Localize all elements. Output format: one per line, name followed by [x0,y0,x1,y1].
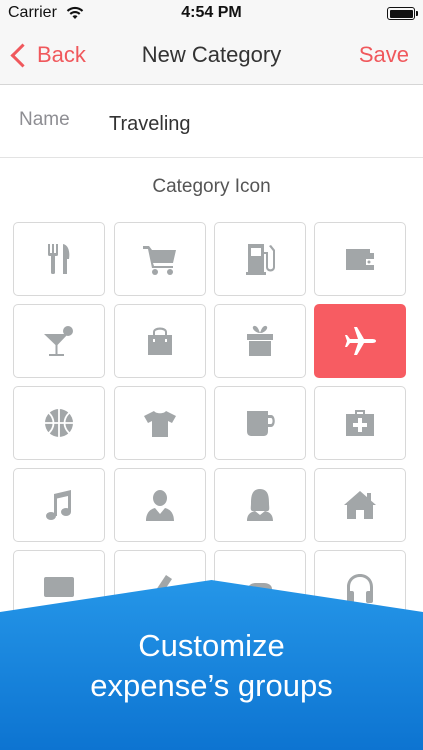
wallet-icon [346,249,374,270]
category-icon-heading: Category Icon [152,176,271,197]
promo-banner: Customize expense’s groups [0,570,423,750]
tile-basketball[interactable] [13,386,105,460]
tile-first-aid[interactable] [314,386,406,460]
tile-airplane[interactable] [314,304,406,378]
promo-heading-line-2: expense’s groups [90,668,333,703]
woman-icon [247,489,273,521]
tile-cart[interactable] [114,222,206,296]
shopping-bag-icon [148,327,172,355]
airplane-icon [345,327,376,355]
tile-woman[interactable] [214,468,306,542]
name-label: Name [19,109,70,130]
tile-fork-knife[interactable] [13,222,105,296]
tile-music-note[interactable] [13,468,105,542]
tile-man[interactable] [114,468,206,542]
music-note-icon [46,490,71,520]
tile-mug[interactable] [214,386,306,460]
tile-gas-pump[interactable] [214,222,306,296]
man-icon [146,490,174,521]
tile-shopping-bag[interactable] [114,304,206,378]
gift-icon [247,325,273,356]
tile-gift[interactable] [214,304,306,378]
home-icon [344,491,376,519]
status-bar: Carrier 4:54 PM [0,0,423,28]
tile-tshirt[interactable] [114,386,206,460]
name-input[interactable]: Traveling [109,113,191,136]
promo-heading-line-1: Customize [138,628,285,663]
save-button[interactable]: Save [359,42,409,68]
basketball-icon [45,409,73,437]
cocktail-icon [44,326,73,356]
tile-cocktail[interactable] [13,304,105,378]
tile-home[interactable] [314,468,406,542]
gas-pump-icon [246,244,275,275]
first-aid-icon [346,410,374,436]
cart-icon [143,246,176,275]
clock-label: 4:54 PM [181,4,242,21]
mug-icon [247,411,275,436]
tshirt-icon [144,411,176,437]
navigation-bar: Back New Category Save [0,28,423,85]
tile-wallet[interactable] [314,222,406,296]
name-field-row[interactable]: Name Traveling [0,85,423,158]
battery-icon [387,7,418,20]
fork-knife-icon [48,244,70,274]
